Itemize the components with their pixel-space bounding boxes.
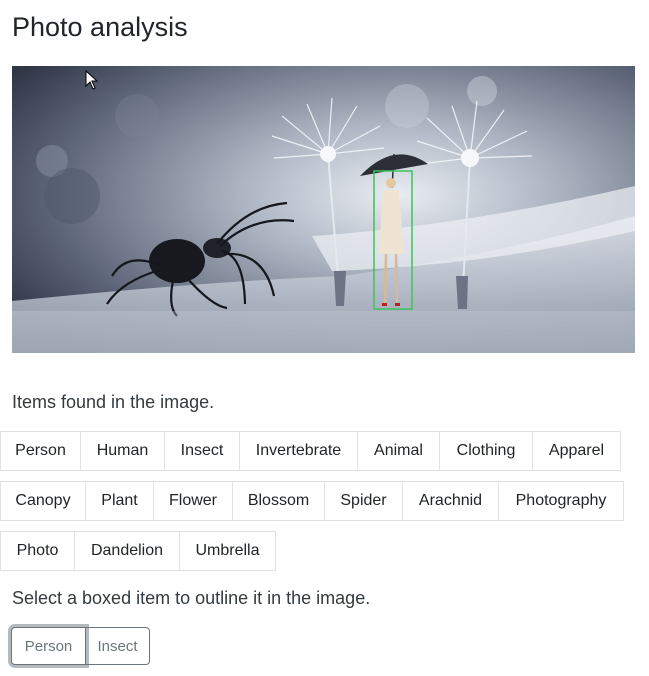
tag-flower: Flower xyxy=(153,481,233,521)
tag-insect: Insect xyxy=(164,431,240,471)
tag-human: Human xyxy=(80,431,165,471)
analyzed-photo xyxy=(12,66,635,353)
outline-button-group: Person Insect xyxy=(11,627,150,665)
tag-invertebrate: Invertebrate xyxy=(239,431,358,471)
tag-clothing: Clothing xyxy=(439,431,533,471)
tag-spider: Spider xyxy=(324,481,403,521)
tag-photo: Photo xyxy=(0,531,75,571)
photo-scene xyxy=(12,66,635,353)
results-caption: Items found in the image. xyxy=(12,392,215,412)
tag-arachnid: Arachnid xyxy=(402,481,499,521)
tag-blossom: Blossom xyxy=(232,481,325,521)
mouse-cursor-icon xyxy=(85,70,99,90)
tag-row: Canopy Plant Flower Blossom Spider Arach… xyxy=(0,481,624,521)
tag-apparel: Apparel xyxy=(532,431,621,471)
tag-umbrella: Umbrella xyxy=(179,531,276,571)
tag-animal: Animal xyxy=(357,431,440,471)
tag-dandelion: Dandelion xyxy=(74,531,180,571)
tag-person: Person xyxy=(0,431,81,471)
insect-outline-button[interactable]: Insect xyxy=(85,627,150,665)
page-title: Photo analysis xyxy=(12,12,188,42)
tag-row: Person Human Insect Invertebrate Animal … xyxy=(0,431,621,471)
person-outline-button[interactable]: Person xyxy=(11,627,86,665)
selection-instruction: Select a boxed item to outline it in the… xyxy=(12,588,371,608)
tag-canopy: Canopy xyxy=(0,481,86,521)
tag-photography: Photography xyxy=(498,481,624,521)
tag-plant: Plant xyxy=(85,481,154,521)
tag-row: Photo Dandelion Umbrella xyxy=(0,531,276,571)
